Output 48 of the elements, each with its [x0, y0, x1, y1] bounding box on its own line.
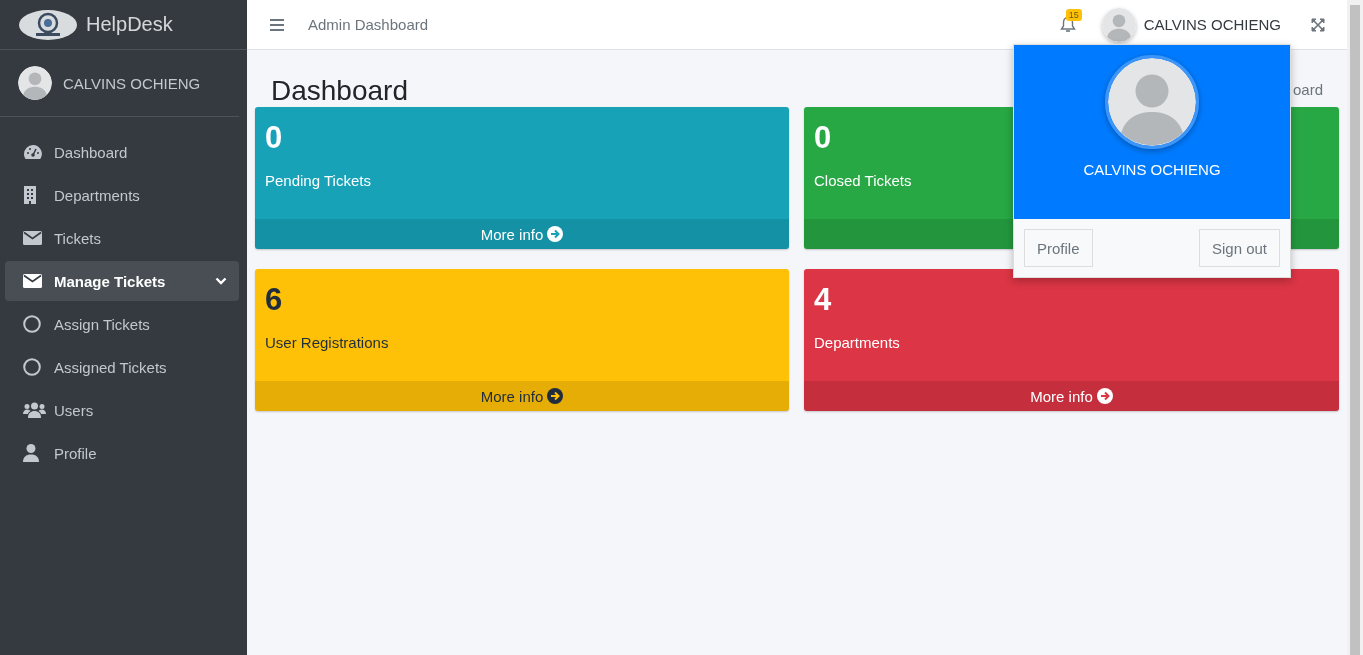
more-info-link[interactable]: More info [1030, 387, 1093, 405]
user-name: CALVINS OCHIENG [1083, 161, 1221, 178]
menu-icon[interactable] [270, 18, 284, 31]
users-icon [23, 402, 46, 418]
nav-item[interactable]: Manage Tickets [5, 261, 239, 301]
stat-label: Pending Tickets [265, 172, 372, 189]
menu-button[interactable]: Sign out [1198, 229, 1280, 267]
stat-value: 0 [814, 119, 833, 157]
nav-item[interactable]: Profile [5, 433, 239, 473]
avatar-icon [1105, 55, 1199, 149]
avatar-icon [1101, 7, 1136, 42]
user-icon [23, 444, 39, 462]
arrow-circle-icon [547, 226, 564, 242]
brand-name: HelpDesk [86, 13, 173, 36]
menu-button[interactable]: Profile [1024, 229, 1093, 267]
scrollbar-thumb[interactable] [1350, 5, 1360, 655]
nav-item[interactable]: Users [5, 390, 239, 430]
building-icon [23, 186, 37, 204]
stat-value: 6 [265, 281, 284, 319]
stat-value: 0 [265, 119, 284, 157]
arrow-circle-icon [547, 388, 564, 404]
user-menu-toggle[interactable]: CALVINS OCHIENG [1143, 16, 1281, 33]
nav-item[interactable]: Tickets [5, 218, 239, 258]
logo-icon [18, 7, 78, 42]
more-info-link[interactable]: More info [480, 225, 544, 243]
envelope-icon [23, 274, 42, 288]
breadcrumb[interactable]: oard [1292, 80, 1323, 98]
submenu-item[interactable]: Assigned Tickets [5, 347, 239, 387]
stat-label: User Registrations [265, 334, 390, 351]
page-title: Admin Dashboard [308, 16, 430, 33]
circle-icon [23, 358, 41, 376]
nav-item[interactable]: Dashboard [5, 132, 239, 172]
stat-value: 4 [814, 281, 833, 319]
avatar-icon [18, 66, 52, 100]
user-name: CALVINS OCHIENG [63, 74, 201, 92]
more-info-link[interactable]: More info [480, 387, 544, 405]
gauge-icon [23, 143, 43, 161]
notification-badge: 15 [1065, 9, 1082, 21]
envelope-icon [23, 231, 42, 245]
circle-icon [23, 315, 41, 333]
stat-label: Departments [814, 334, 901, 351]
submenu-item[interactable]: Assign Tickets [5, 304, 239, 344]
arrow-circle-icon [1096, 388, 1113, 404]
page-heading: Dashboard [271, 75, 408, 107]
bell-icon[interactable] [1059, 16, 1076, 33]
stat-label: Closed Tickets [814, 172, 913, 189]
fullscreen-icon[interactable] [1311, 17, 1325, 32]
nav-item[interactable]: Departments [5, 175, 239, 215]
